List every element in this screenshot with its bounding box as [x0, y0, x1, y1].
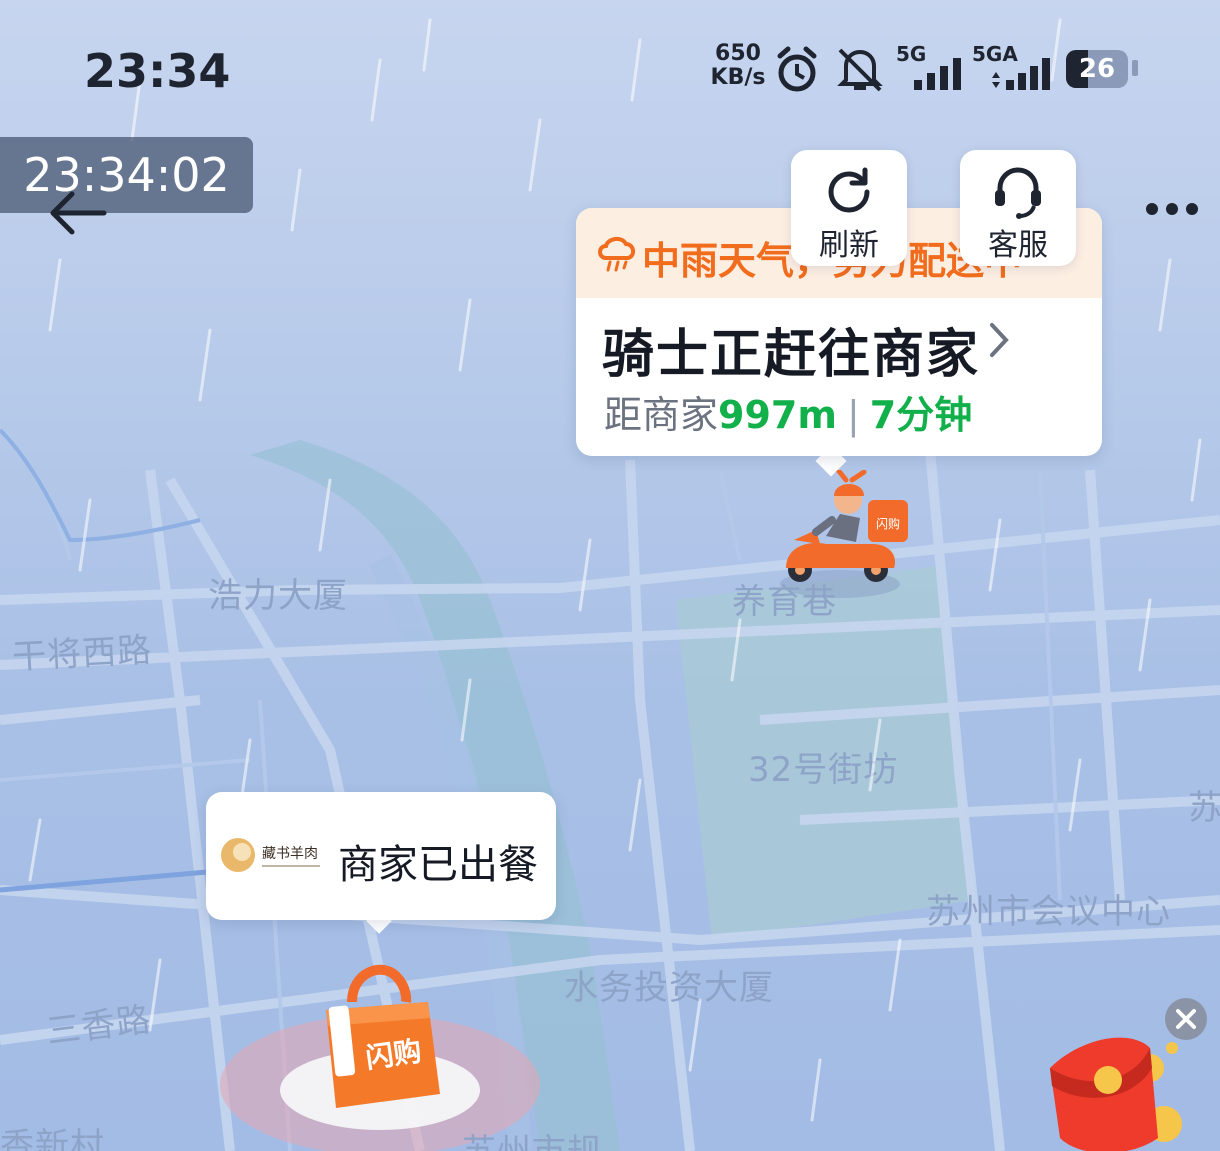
- record-timestamp: 23:34:02: [0, 137, 253, 213]
- rider-status-title: 骑士正赶往商家: [602, 325, 981, 385]
- customer-service-button[interactable]: 客服: [960, 150, 1076, 266]
- shangou-bag-marker[interactable]: 闪购: [312, 962, 452, 1112]
- merchant-status-card[interactable]: 藏书羊肉 商家已出餐: [206, 792, 556, 920]
- map-label-ganjiang: 干将西路: [11, 630, 154, 678]
- status-time: 23:34: [84, 44, 231, 98]
- rider-box-label: 闪购: [876, 516, 900, 531]
- map-label-haoli: 浩力大厦: [208, 576, 348, 616]
- rain-cloud-icon: [598, 237, 635, 272]
- distance-eta-line: 距商家997m | 7分钟: [604, 393, 973, 437]
- refresh-button[interactable]: 刷新: [791, 150, 907, 266]
- refresh-label: 刷新: [819, 228, 879, 263]
- signal-icon: [914, 58, 961, 90]
- distance-value: 997m: [718, 393, 837, 437]
- eta-value: 7分钟: [869, 393, 973, 437]
- map-label-right-edge: 苏: [1188, 788, 1220, 828]
- close-icon: [1176, 1009, 1196, 1029]
- refresh-icon: [828, 167, 870, 213]
- battery-level: 26: [1078, 54, 1116, 84]
- red-envelope-icon[interactable]: [1040, 1028, 1220, 1151]
- net-speed: 650 KB/s: [706, 42, 770, 90]
- map-label-block32: 32号街坊: [748, 750, 899, 790]
- mute-icon: [837, 48, 883, 92]
- merchant-logo-text: 藏书羊肉: [262, 846, 318, 862]
- close-promo-button[interactable]: [1165, 998, 1207, 1040]
- rider-marker[interactable]: 闪购: [776, 470, 916, 588]
- map-label-xiangxin: 香新村: [0, 1126, 105, 1151]
- alarm-icon: [777, 46, 817, 92]
- net-speed-unit: KB/s: [710, 65, 766, 90]
- more-menu-button[interactable]: [1140, 196, 1204, 222]
- battery-icon: 26: [1066, 50, 1128, 88]
- chevron-right-icon[interactable]: [988, 322, 1010, 358]
- headset-icon: [995, 167, 1041, 219]
- customer-service-label: 客服: [988, 228, 1048, 263]
- net-speed-value: 650: [715, 41, 761, 66]
- map-label-shuiwu: 水务投资大厦: [564, 968, 774, 1008]
- map-label-conference: 苏州市会议中心: [926, 892, 1171, 932]
- merchant-status-text: 商家已出餐: [338, 842, 538, 888]
- merchant-logo: 藏书羊肉: [221, 838, 320, 872]
- signal-5ga-icon: [992, 58, 1050, 90]
- back-arrow-icon[interactable]: [48, 188, 108, 238]
- status-icons: 650 KB/s 5G 5GA 26: [706, 40, 1146, 100]
- map-label-suzhou: 苏州市规: [462, 1124, 602, 1151]
- distance-prefix: 距商家: [604, 393, 719, 437]
